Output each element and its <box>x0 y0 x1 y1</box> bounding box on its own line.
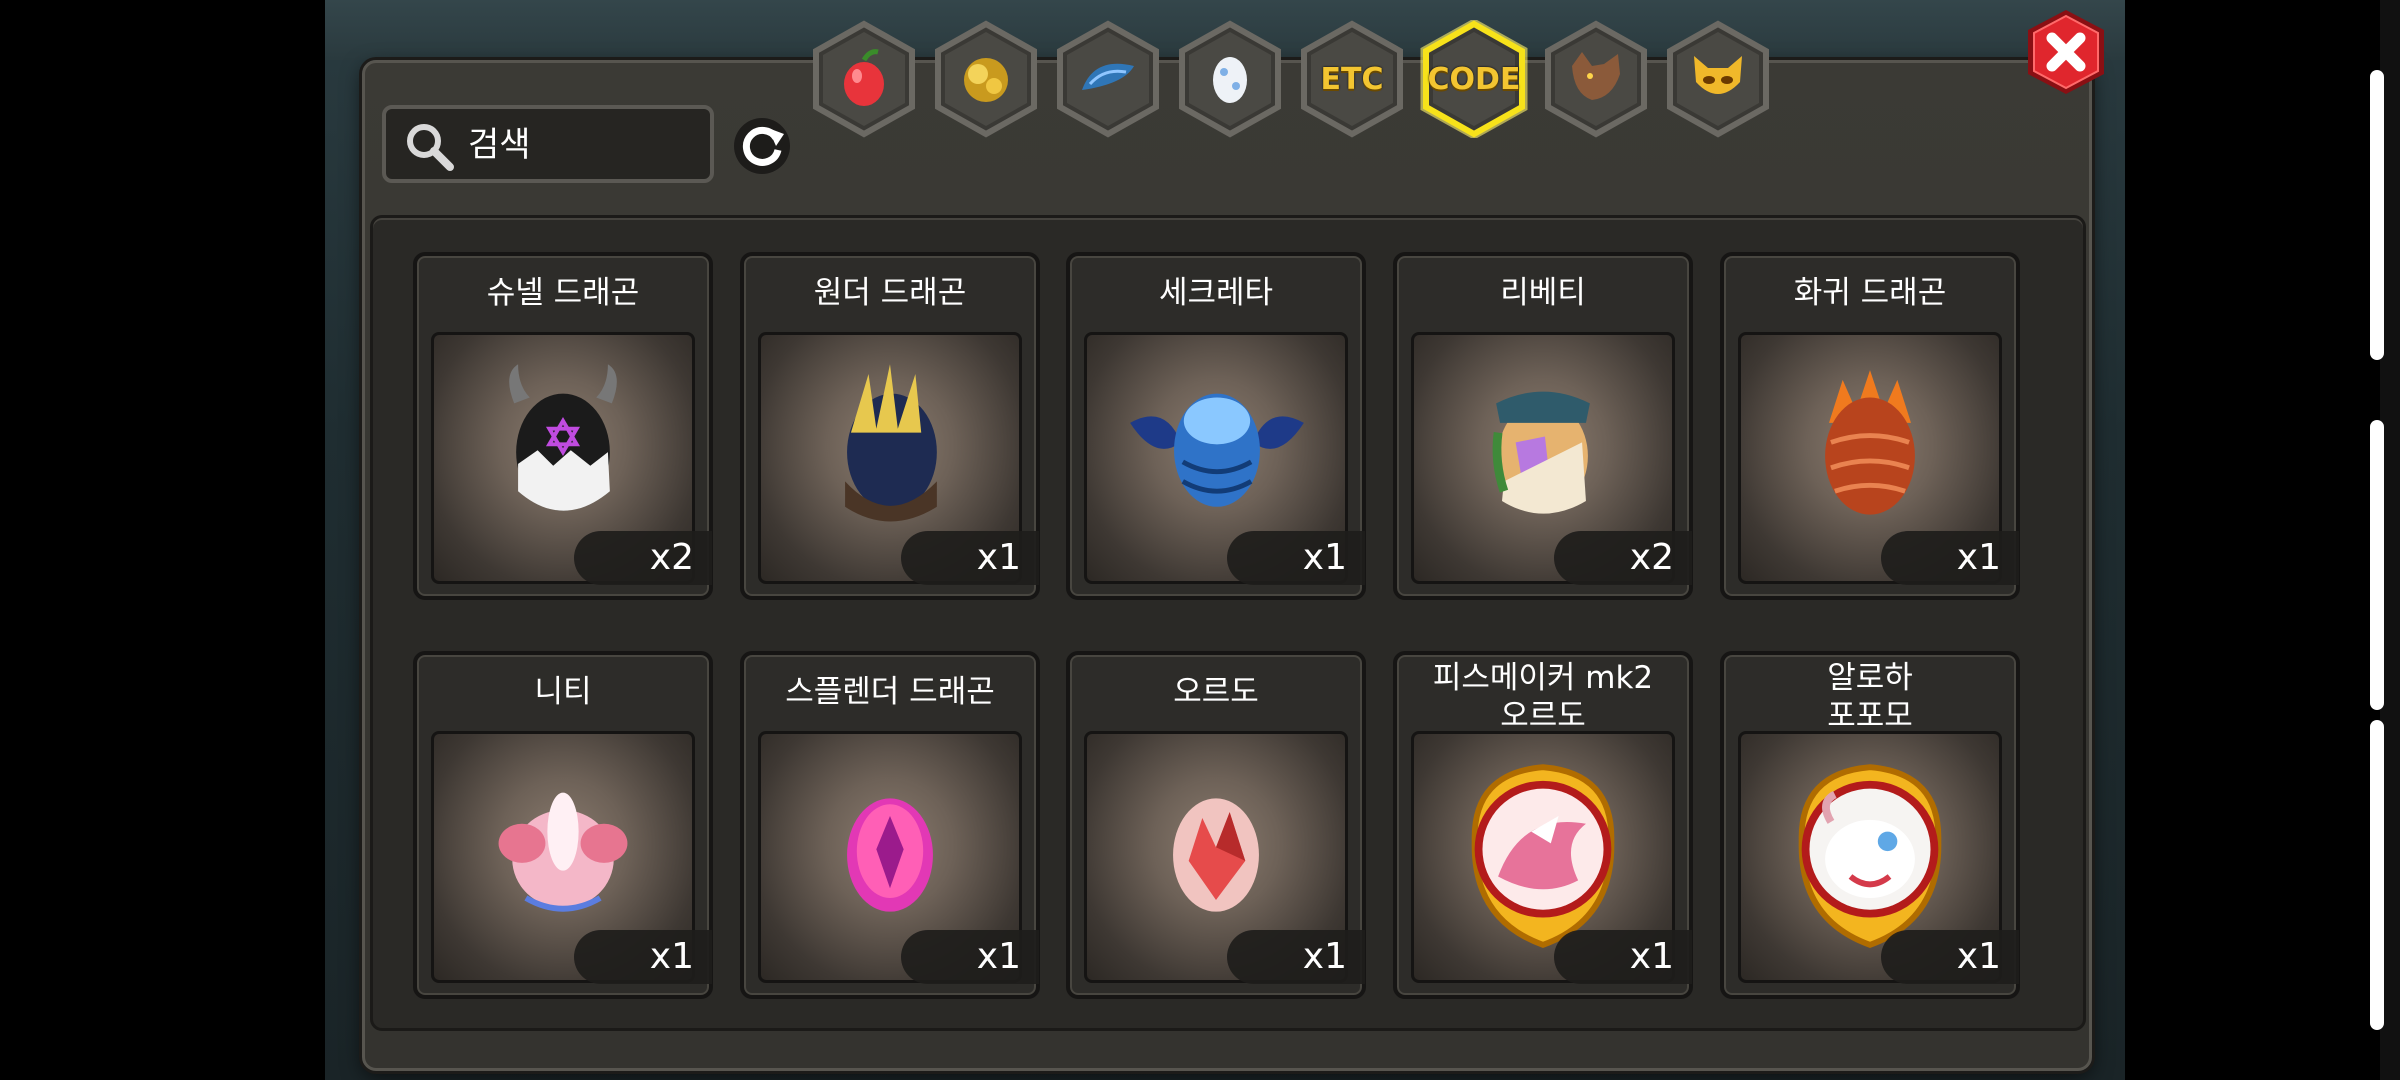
item-card[interactable]: 스플렌더 드래곤 x1 <box>740 651 1040 999</box>
item-quantity: x2 <box>1554 531 1692 585</box>
item-frame: x1 <box>1738 731 2019 984</box>
item-quantity: x1 <box>1881 531 2019 585</box>
tab-label: ETC <box>1320 61 1384 97</box>
refresh-icon[interactable] <box>730 114 794 178</box>
tab-code[interactable]: CODE <box>1420 20 1528 138</box>
item-name: 오르도 <box>1173 674 1259 710</box>
item-card[interactable]: 리베티 x2 <box>1393 252 1693 600</box>
item-frame: x1 <box>1411 731 1692 984</box>
tab-etc[interactable]: ETC <box>1298 20 1406 138</box>
search-box[interactable] <box>382 105 714 183</box>
item-name-line2: 오르도 <box>1500 698 1586 734</box>
egg-icon <box>1213 57 1247 103</box>
item-card[interactable]: 원더 드래곤 x1 <box>740 252 1040 600</box>
item-quantity: x1 <box>901 531 1039 585</box>
search-icon <box>407 124 454 171</box>
scroll-segment <box>2370 420 2384 710</box>
item-frame: x1 <box>431 731 712 984</box>
item-card[interactable]: 세크레타 x1 <box>1066 252 1366 600</box>
item-card[interactable]: 피스메이커 mk2 오르도 x1 <box>1393 651 1693 999</box>
item-quantity: x1 <box>1227 930 1365 984</box>
item-frame: x2 <box>431 332 712 585</box>
scrollbar[interactable] <box>2370 60 2384 1070</box>
search-input[interactable] <box>466 117 700 173</box>
tab-dragon-scale[interactable] <box>1054 20 1162 138</box>
item-name: 니티 <box>534 674 592 710</box>
item-frame: x1 <box>1738 332 2019 585</box>
item-card[interactable]: 슈넬 드래곤 x2 <box>413 252 713 600</box>
item-quantity: x1 <box>1881 930 2019 984</box>
item-quantity: x1 <box>1554 930 1692 984</box>
item-quantity: x2 <box>574 531 712 585</box>
item-name-line1: 알로하 <box>1827 660 1913 696</box>
item-frame: x1 <box>1084 731 1365 984</box>
item-card[interactable]: 오르도 x1 <box>1066 651 1366 999</box>
item-name: 화귀 드래곤 <box>1793 275 1947 311</box>
item-name-line1: 피스메이커 mk2 <box>1432 660 1654 696</box>
item-card[interactable]: 니티 x1 <box>413 651 713 999</box>
gold-ore-icon <box>964 58 1008 102</box>
item-name: 스플렌더 드래곤 <box>785 674 995 710</box>
scroll-segment <box>2370 70 2384 360</box>
item-frame: x1 <box>758 731 1039 984</box>
item-quantity: x1 <box>901 930 1039 984</box>
item-name: 피스메이커 mk2 오르도 <box>1397 659 1689 735</box>
item-quantity: x1 <box>574 930 712 984</box>
tab-wolf[interactable] <box>1542 20 1650 138</box>
item-name-line2: 포포모 <box>1827 698 1913 734</box>
item-name: 알로하 포포모 <box>1724 659 2016 735</box>
item-name: 슈넬 드래곤 <box>486 275 640 311</box>
scroll-segment <box>2370 720 2384 1030</box>
item-frame: x2 <box>1411 332 1692 585</box>
close-button[interactable] <box>2020 6 2112 98</box>
item-frame: x1 <box>758 332 1039 585</box>
item-quantity: x1 <box>1227 531 1365 585</box>
item-name: 원더 드래곤 <box>813 275 967 311</box>
tab-gold-ore[interactable] <box>932 20 1040 138</box>
tab-fruit[interactable] <box>810 20 918 138</box>
item-name: 리베티 <box>1500 275 1586 311</box>
item-card[interactable]: 알로하 포포모 x1 <box>1720 651 2020 999</box>
tab-horned-mask[interactable] <box>1664 20 1772 138</box>
item-name: 세크레타 <box>1158 275 1274 311</box>
tab-egg[interactable] <box>1176 20 1284 138</box>
tab-label: CODE <box>1427 61 1521 97</box>
item-frame: x1 <box>1084 332 1365 585</box>
item-card[interactable]: 화귀 드래곤 x1 <box>1720 252 2020 600</box>
